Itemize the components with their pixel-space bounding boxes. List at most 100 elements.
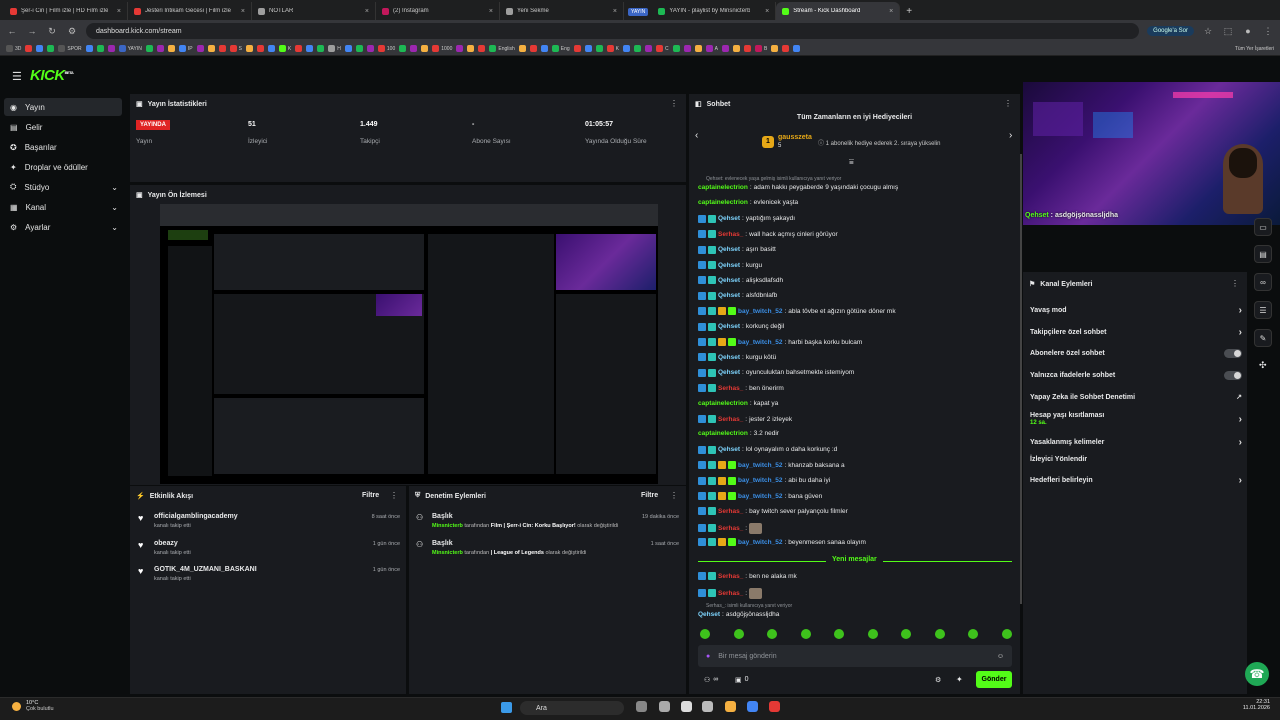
sidebar-item-5[interactable]: ⛭ Stüdyo ⌄ — [4, 178, 122, 196]
taskbar-app-icon[interactable] — [659, 701, 670, 712]
chat-settings-icon[interactable]: ⚙ — [935, 676, 941, 684]
bookmark-icon[interactable] — [529, 45, 537, 52]
back-icon[interactable]: ← — [6, 26, 18, 36]
bookmark-icon[interactable] — [96, 45, 104, 52]
chat-username[interactable]: Serhas_ — [718, 231, 743, 238]
chat-username[interactable]: Qehset — [718, 369, 740, 376]
browser-tab[interactable]: Yeni Sekme × — [500, 2, 624, 20]
bot-icon[interactable]: ✦ — [956, 675, 963, 684]
chat-message-input[interactable]: ● Bir mesaj gönderin ☺ — [698, 645, 1012, 667]
emote-icon[interactable] — [968, 629, 979, 639]
bookmark-icon[interactable] — [518, 45, 526, 52]
tab-group-chip[interactable]: YAYIN — [628, 8, 649, 16]
emote-icon[interactable] — [767, 629, 778, 639]
bookmark-item[interactable]: SPOR — [58, 45, 82, 52]
moderation-menu-icon[interactable]: ⋮ — [670, 491, 678, 500]
chat-box-counter[interactable]: ▣ 0 — [735, 676, 749, 684]
chat-username[interactable]: bay_twitch_52 — [738, 539, 782, 546]
taskbar-clock[interactable]: 22:31 11.01.2026 — [1240, 699, 1270, 711]
chat-username[interactable]: Qehset — [718, 323, 740, 330]
bookmark-icon[interactable] — [793, 45, 801, 52]
bookmark-icon[interactable] — [156, 45, 164, 52]
bookmark-icon[interactable] — [732, 45, 740, 52]
tab-close-icon[interactable]: × — [365, 8, 369, 15]
bookmark-icon[interactable] — [410, 45, 418, 52]
chat-username[interactable]: Qehset — [718, 215, 740, 222]
emote-icon[interactable] — [733, 629, 744, 639]
channel-action-3[interactable]: Abonelere özel sohbet — [1030, 349, 1242, 358]
new-tab-icon[interactable]: + — [906, 6, 912, 17]
url-field[interactable]: dashboard.kick.com/stream — [86, 23, 1140, 39]
chat-scrollbar[interactable] — [1020, 154, 1022, 604]
bookmark-item[interactable]: 100 — [377, 45, 395, 52]
toggle-switch[interactable] — [1224, 371, 1242, 380]
bookmark-icon[interactable] — [456, 45, 464, 52]
stream-preview-video[interactable] — [160, 204, 658, 484]
emote-icon[interactable] — [901, 629, 912, 639]
chat-username[interactable]: Qehset — [718, 277, 740, 284]
bookmark-icon[interactable] — [573, 45, 581, 52]
bookmark-icon[interactable] — [25, 45, 33, 52]
tab-close-icon[interactable]: × — [765, 8, 769, 15]
bookmark-icon[interactable] — [584, 45, 592, 52]
chat-username[interactable]: Qehset — [698, 611, 720, 618]
sidebar-item-4[interactable]: ✦ Droplar ve ödüller — [4, 158, 122, 176]
bookmark-icon[interactable] — [478, 45, 486, 52]
star-icon[interactable]: ☆ — [1202, 26, 1214, 37]
channel-action-2[interactable]: Takipçilere özel sohbet › — [1030, 327, 1242, 338]
browser-tab[interactable]: (2) Instagram × — [376, 2, 500, 20]
activity-item[interactable]: ♥ officialgamblingacademy kanalı takip ett… — [138, 513, 400, 533]
chat-username[interactable]: bay_twitch_52 — [738, 493, 782, 500]
pin-icon[interactable]: ⩸ — [849, 157, 854, 167]
moderation-filter-button[interactable]: Filtre — [641, 492, 658, 499]
bookmark-icon[interactable] — [107, 45, 115, 52]
bookmark-icon[interactable] — [317, 45, 325, 52]
hamburger-icon[interactable]: ☰ — [12, 70, 22, 83]
bookmark-icon[interactable] — [683, 45, 691, 52]
bookmark-item[interactable]: IP — [178, 45, 193, 52]
bookmark-icon[interactable] — [540, 45, 548, 52]
chat-username[interactable]: captainelectrion — [698, 184, 748, 191]
emote-icon[interactable] — [867, 629, 878, 639]
bookmark-icon[interactable] — [366, 45, 374, 52]
bookmark-icon[interactable] — [399, 45, 407, 52]
bookmark-item[interactable]: 3D — [6, 45, 21, 52]
sidebar-item-2[interactable]: ▤ Gelir — [4, 118, 122, 136]
bookmark-item[interactable]: A — [705, 45, 718, 52]
rail-tool-icon[interactable]: ✎ — [1254, 329, 1272, 347]
rail-camera-icon[interactable]: ▭ — [1254, 218, 1272, 236]
bookmark-icon[interactable] — [421, 45, 429, 52]
chat-username[interactable]: Qehset — [718, 354, 740, 361]
bookmark-icon[interactable] — [634, 45, 642, 52]
send-button[interactable]: Gönder — [976, 671, 1012, 688]
bookmark-icon[interactable] — [355, 45, 363, 52]
chat-username[interactable]: Qehset — [718, 246, 740, 253]
activity-item[interactable]: ♥ obeazy kanalı takip etti 1 gün önce — [138, 540, 400, 560]
taskbar-app-icon[interactable] — [725, 701, 736, 712]
bookmark-icon[interactable] — [645, 45, 653, 52]
reload-icon[interactable]: ↻ — [46, 26, 58, 37]
forward-icon[interactable]: → — [26, 26, 38, 36]
sidebar-item-1[interactable]: ◉ Yayın — [4, 98, 122, 116]
bookmark-icon[interactable] — [256, 45, 264, 52]
emote-picker-icon[interactable]: ● — [706, 653, 710, 660]
tab-close-icon[interactable]: × — [117, 8, 121, 15]
google-sor-button[interactable]: Google'a Sor — [1147, 26, 1194, 36]
bookmark-icon[interactable] — [167, 45, 175, 52]
taskbar-app-icon[interactable] — [702, 701, 713, 712]
site-info-icon[interactable]: ⚙ — [66, 26, 78, 37]
chat-username[interactable]: captainelectrion — [698, 199, 748, 206]
rail-link-icon[interactable]: ∞ — [1254, 273, 1272, 291]
chat-username[interactable]: Serhas_ — [718, 416, 743, 423]
stats-menu-icon[interactable]: ⋮ — [670, 99, 678, 108]
next-gifter-icon[interactable]: › — [1009, 130, 1012, 141]
taskbar-search[interactable]: Ara — [520, 701, 624, 715]
browser-tab[interactable]: NOTLAR × — [252, 2, 376, 20]
moderation-user[interactable]: Minsnicterb — [432, 550, 463, 556]
bookmark-item[interactable]: H — [328, 45, 341, 52]
emote-icon[interactable] — [800, 629, 811, 639]
taskbar-app-icon[interactable] — [769, 701, 780, 712]
activity-name[interactable]: GOTIK_4M_UZMANI_BASKANI — [154, 566, 257, 573]
browser-tab[interactable]: Jesteri İntikam Gecesi | Film izle × — [128, 2, 252, 20]
chat-username[interactable]: Qehset — [718, 292, 740, 299]
